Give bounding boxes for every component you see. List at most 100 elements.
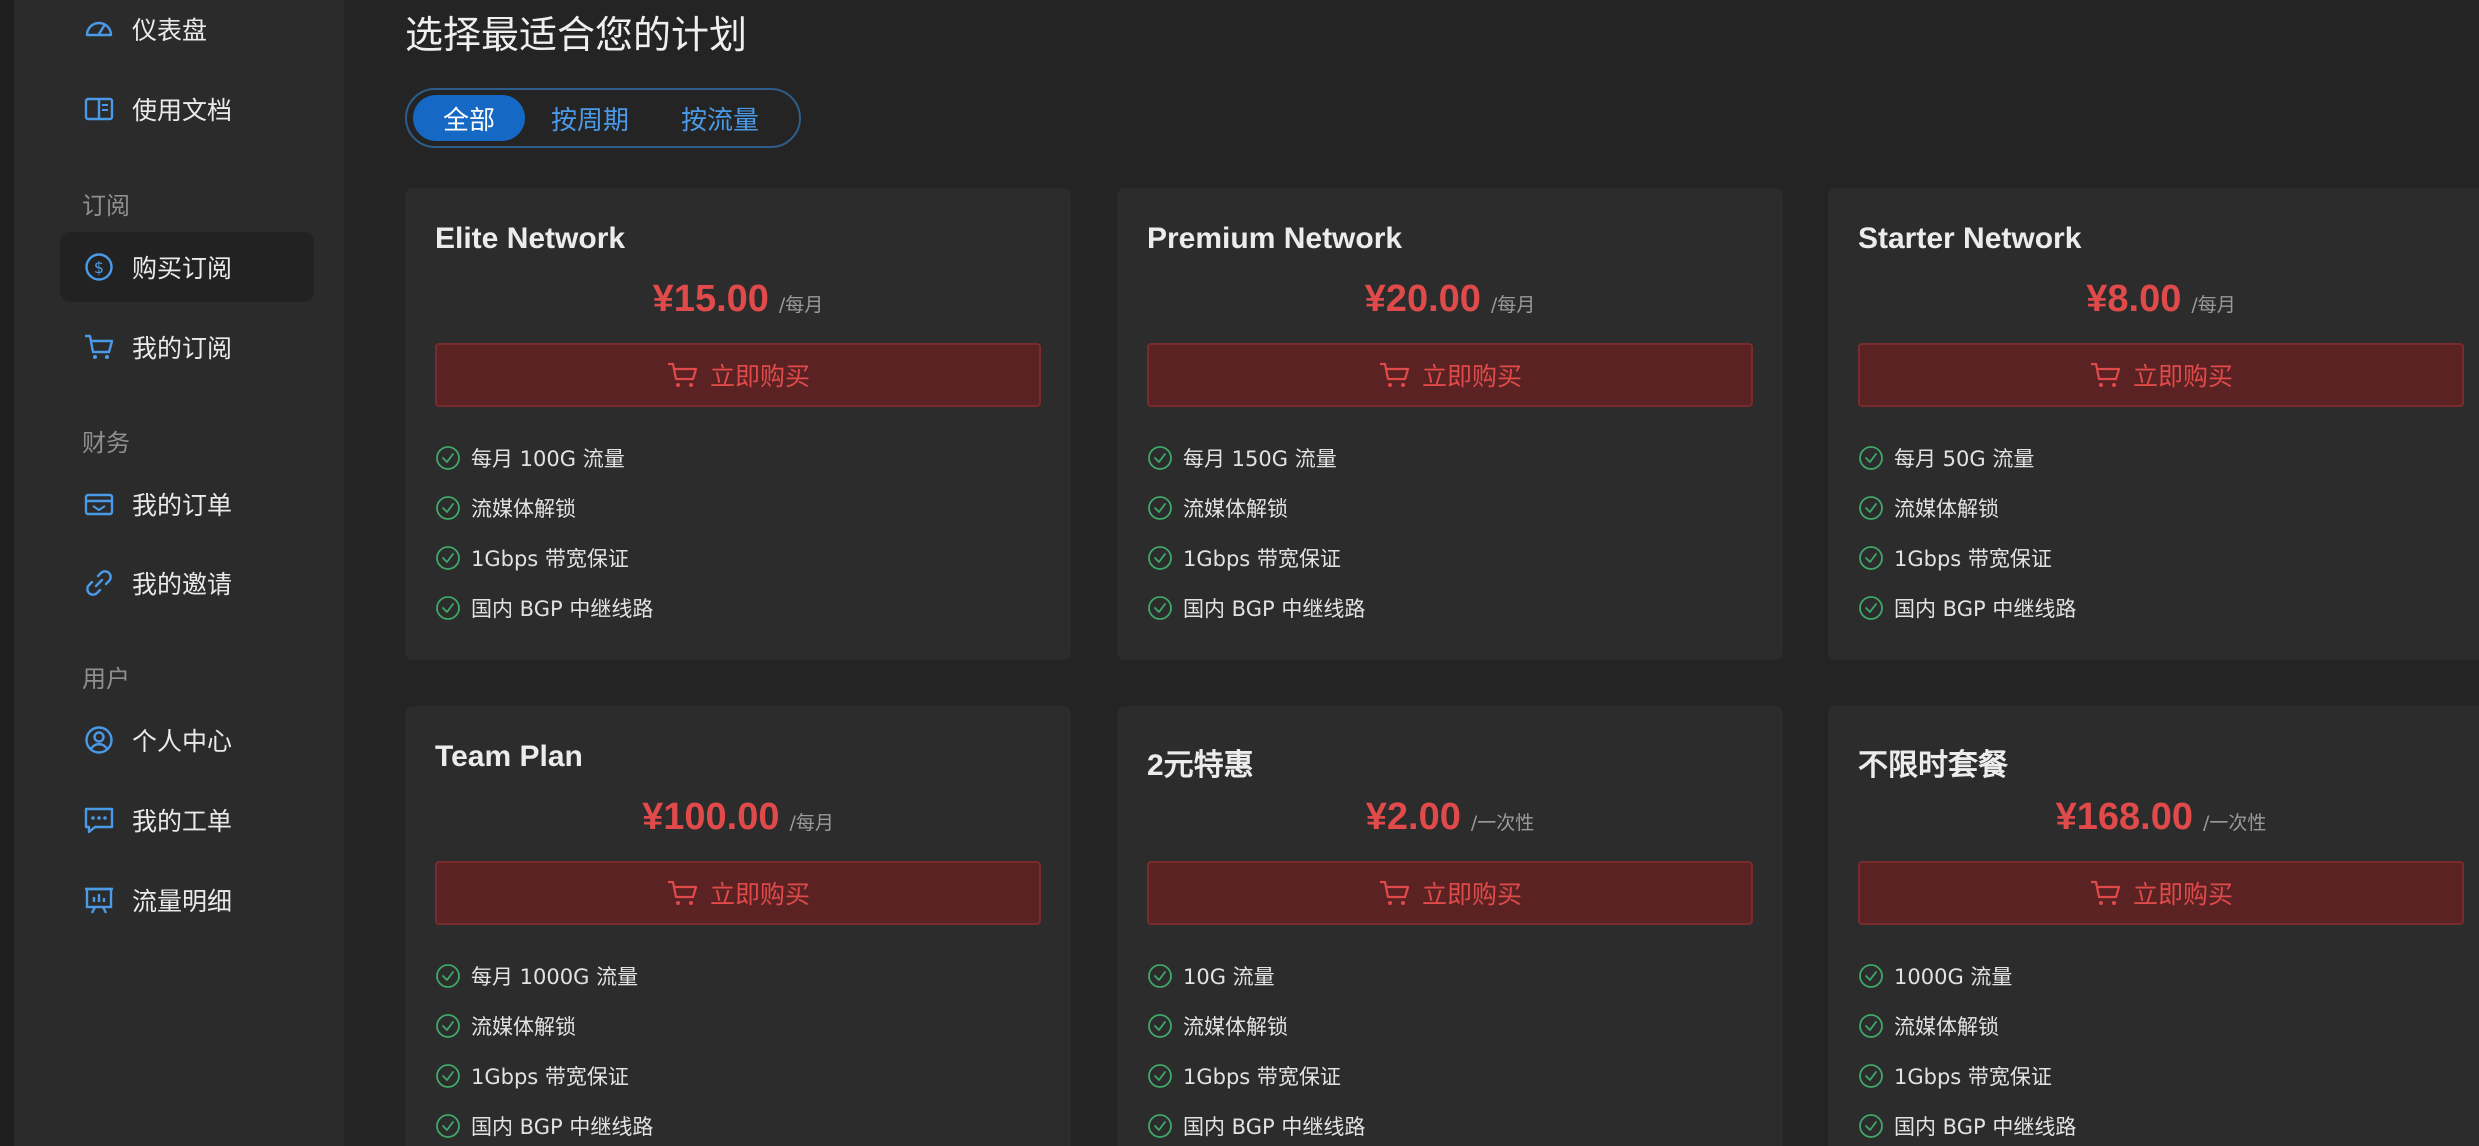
check-circle-icon [1858, 495, 1884, 521]
section-label-finance: 财务 [82, 429, 130, 457]
check-circle-icon [435, 445, 461, 471]
plan-feature-text: 每月 100G 流量 [471, 447, 625, 471]
plan-feature: 国内 BGP 中继线路 [1858, 1101, 2076, 1146]
buy-now-button[interactable]: 立即购买 [1858, 343, 2464, 407]
plan-feature: 流媒体解锁 [435, 483, 653, 533]
tab-all[interactable]: 全部 [413, 95, 526, 141]
plan-filter-tabs: 全部 按周期 按流量 [405, 88, 801, 148]
plan-feature: 国内 BGP 中继线路 [1147, 583, 1365, 633]
check-circle-icon [1858, 1063, 1884, 1089]
shopping-cart-icon [666, 878, 700, 908]
plan-card: 不限时套餐 ¥168.00/一次性 立即购买 1000G 流量 流媒体解锁 1Gbps 带… [1828, 706, 2479, 1146]
sidebar-item-docs[interactable]: 使用文档 [60, 74, 314, 144]
shopping-cart-icon [1378, 360, 1412, 390]
plan-feature: 流媒体解锁 [1858, 1001, 2076, 1051]
check-circle-icon [435, 1013, 461, 1039]
buy-now-label: 立即购买 [1421, 362, 1522, 391]
check-circle-icon [1858, 1113, 1884, 1139]
plan-features-list: 每月 1000G 流量 流媒体解锁 1Gbps 带宽保证 国内 BGP 中继线路 [435, 951, 653, 1146]
plan-card: Elite Network ¥15.00/每月 立即购买 每月 100G 流量 流媒体解… [405, 188, 1071, 660]
plan-feature: 国内 BGP 中继线路 [435, 583, 653, 633]
check-circle-icon [1147, 1063, 1173, 1089]
sidebar-item-label: 个人中心 [132, 727, 233, 756]
sidebar-item-traffic-details[interactable]: 流量明细 [60, 865, 314, 935]
plan-price-row: ¥20.00/每月 [1117, 278, 1783, 321]
page-title: 选择最适合您的计划 [405, 13, 748, 57]
sidebar-item-my-invites[interactable]: 我的邀请 [60, 548, 314, 618]
book-icon [82, 92, 116, 126]
link-icon [82, 566, 116, 600]
check-circle-icon [435, 1113, 461, 1139]
chat-message-icon [82, 803, 116, 837]
dollar-coin-icon: $ [82, 250, 116, 284]
plan-feature: 流媒体解锁 [1858, 483, 2076, 533]
plan-feature-text: 1Gbps 带宽保证 [1894, 1065, 2052, 1089]
plan-period: /每月 [2191, 294, 2236, 316]
sidebar-item-buy-subscription[interactable]: $ 购买订阅 [60, 232, 314, 302]
check-circle-icon [1147, 445, 1173, 471]
plan-feature-text: 1Gbps 带宽保证 [1183, 1065, 1341, 1089]
buy-now-button[interactable]: 立即购买 [435, 343, 1041, 407]
plan-feature-text: 1Gbps 带宽保证 [471, 547, 629, 571]
plan-feature-text: 每月 1000G 流量 [471, 965, 639, 989]
plan-feature-text: 流媒体解锁 [1183, 1015, 1288, 1039]
user-circle-icon [82, 723, 116, 757]
plan-features-list: 每月 150G 流量 流媒体解锁 1Gbps 带宽保证 国内 BGP 中继线路 [1147, 433, 1365, 633]
plan-feature: 国内 BGP 中继线路 [1147, 1101, 1365, 1146]
plan-feature: 1Gbps 带宽保证 [1858, 533, 2076, 583]
plan-name: Starter Network [1858, 222, 2082, 255]
check-circle-icon [435, 595, 461, 621]
plan-name: Elite Network [435, 222, 626, 255]
check-circle-icon [1858, 445, 1884, 471]
plan-feature-text: 10G 流量 [1183, 965, 1275, 989]
tab-by-period[interactable]: 按周期 [525, 95, 655, 141]
buy-now-button[interactable]: 立即购买 [1858, 861, 2464, 925]
plan-feature-text: 流媒体解锁 [1894, 497, 1999, 521]
plan-period: /一次性 [2202, 812, 2267, 834]
buy-now-button[interactable]: 立即购买 [1147, 343, 1753, 407]
plan-feature-text: 国内 BGP 中继线路 [471, 597, 654, 621]
plan-price-row: ¥100.00/每月 [405, 796, 1071, 839]
plan-price-row: ¥168.00/一次性 [1828, 796, 2479, 839]
plan-feature: 1Gbps 带宽保证 [1858, 1051, 2076, 1101]
sidebar-item-label: 我的订单 [132, 491, 233, 520]
check-circle-icon [1858, 595, 1884, 621]
buy-now-button[interactable]: 立即购买 [435, 861, 1041, 925]
svg-text:$: $ [94, 258, 104, 277]
sidebar-item-profile[interactable]: 个人中心 [60, 705, 314, 775]
sidebar-item-dashboard[interactable]: 仪表盘 [60, 0, 314, 64]
shopping-cart-icon [1378, 878, 1412, 908]
shopping-cart-icon [2089, 878, 2123, 908]
plan-feature: 国内 BGP 中继线路 [435, 1101, 653, 1146]
plan-feature: 每月 100G 流量 [435, 433, 653, 483]
check-circle-icon [1858, 963, 1884, 989]
plan-price: ¥20.00 [1364, 278, 1481, 320]
shopping-cart-icon [82, 330, 116, 364]
plan-card: 2元特惠 ¥2.00/一次性 立即购买 10G 流量 流媒体解锁 1Gbps 带宽保证 国内… [1117, 706, 1783, 1146]
check-circle-icon [435, 963, 461, 989]
sidebar-item-label: 我的邀请 [132, 570, 233, 599]
plan-features-list: 10G 流量 流媒体解锁 1Gbps 带宽保证国内 BGP 中继线路 [1147, 951, 1365, 1146]
plan-features-list: 1000G 流量流媒体解锁 1Gbps 带宽保证国内 BGP 中继线路 [1858, 951, 2076, 1146]
plan-price-row: ¥8.00/每月 [1828, 278, 2479, 321]
plan-name: 2元特惠 [1147, 749, 1254, 782]
check-circle-icon [1147, 495, 1173, 521]
plan-feature-text: 流媒体解锁 [471, 497, 576, 521]
sidebar-item-my-subscription[interactable]: 我的订阅 [60, 312, 314, 382]
plan-feature: 1000G 流量 [1858, 951, 2076, 1001]
plan-feature: 流媒体解锁 [1147, 483, 1365, 533]
plan-feature-text: 国内 BGP 中继线路 [1894, 597, 2077, 621]
sidebar-item-my-orders[interactable]: 我的订单 [60, 469, 314, 539]
plan-features-list: 每月 50G 流量 流媒体解锁 1Gbps 带宽保证 国内 BGP 中继线路 [1858, 433, 2076, 633]
buy-now-button[interactable]: 立即购买 [1147, 861, 1753, 925]
plan-price: ¥168.00 [2055, 796, 2193, 838]
buy-now-label: 立即购买 [709, 362, 810, 391]
tab-by-traffic[interactable]: 按流量 [655, 95, 785, 141]
plan-feature-text: 流媒体解锁 [1183, 497, 1288, 521]
sidebar-item-tickets[interactable]: 我的工单 [60, 785, 314, 855]
buy-now-label: 立即购买 [1421, 880, 1522, 909]
plan-feature: 国内 BGP 中继线路 [1858, 583, 2076, 633]
plan-feature-text: 1000G 流量 [1894, 965, 2013, 989]
check-circle-icon [1147, 545, 1173, 571]
sidebar-item-label: 流量明细 [132, 887, 233, 916]
